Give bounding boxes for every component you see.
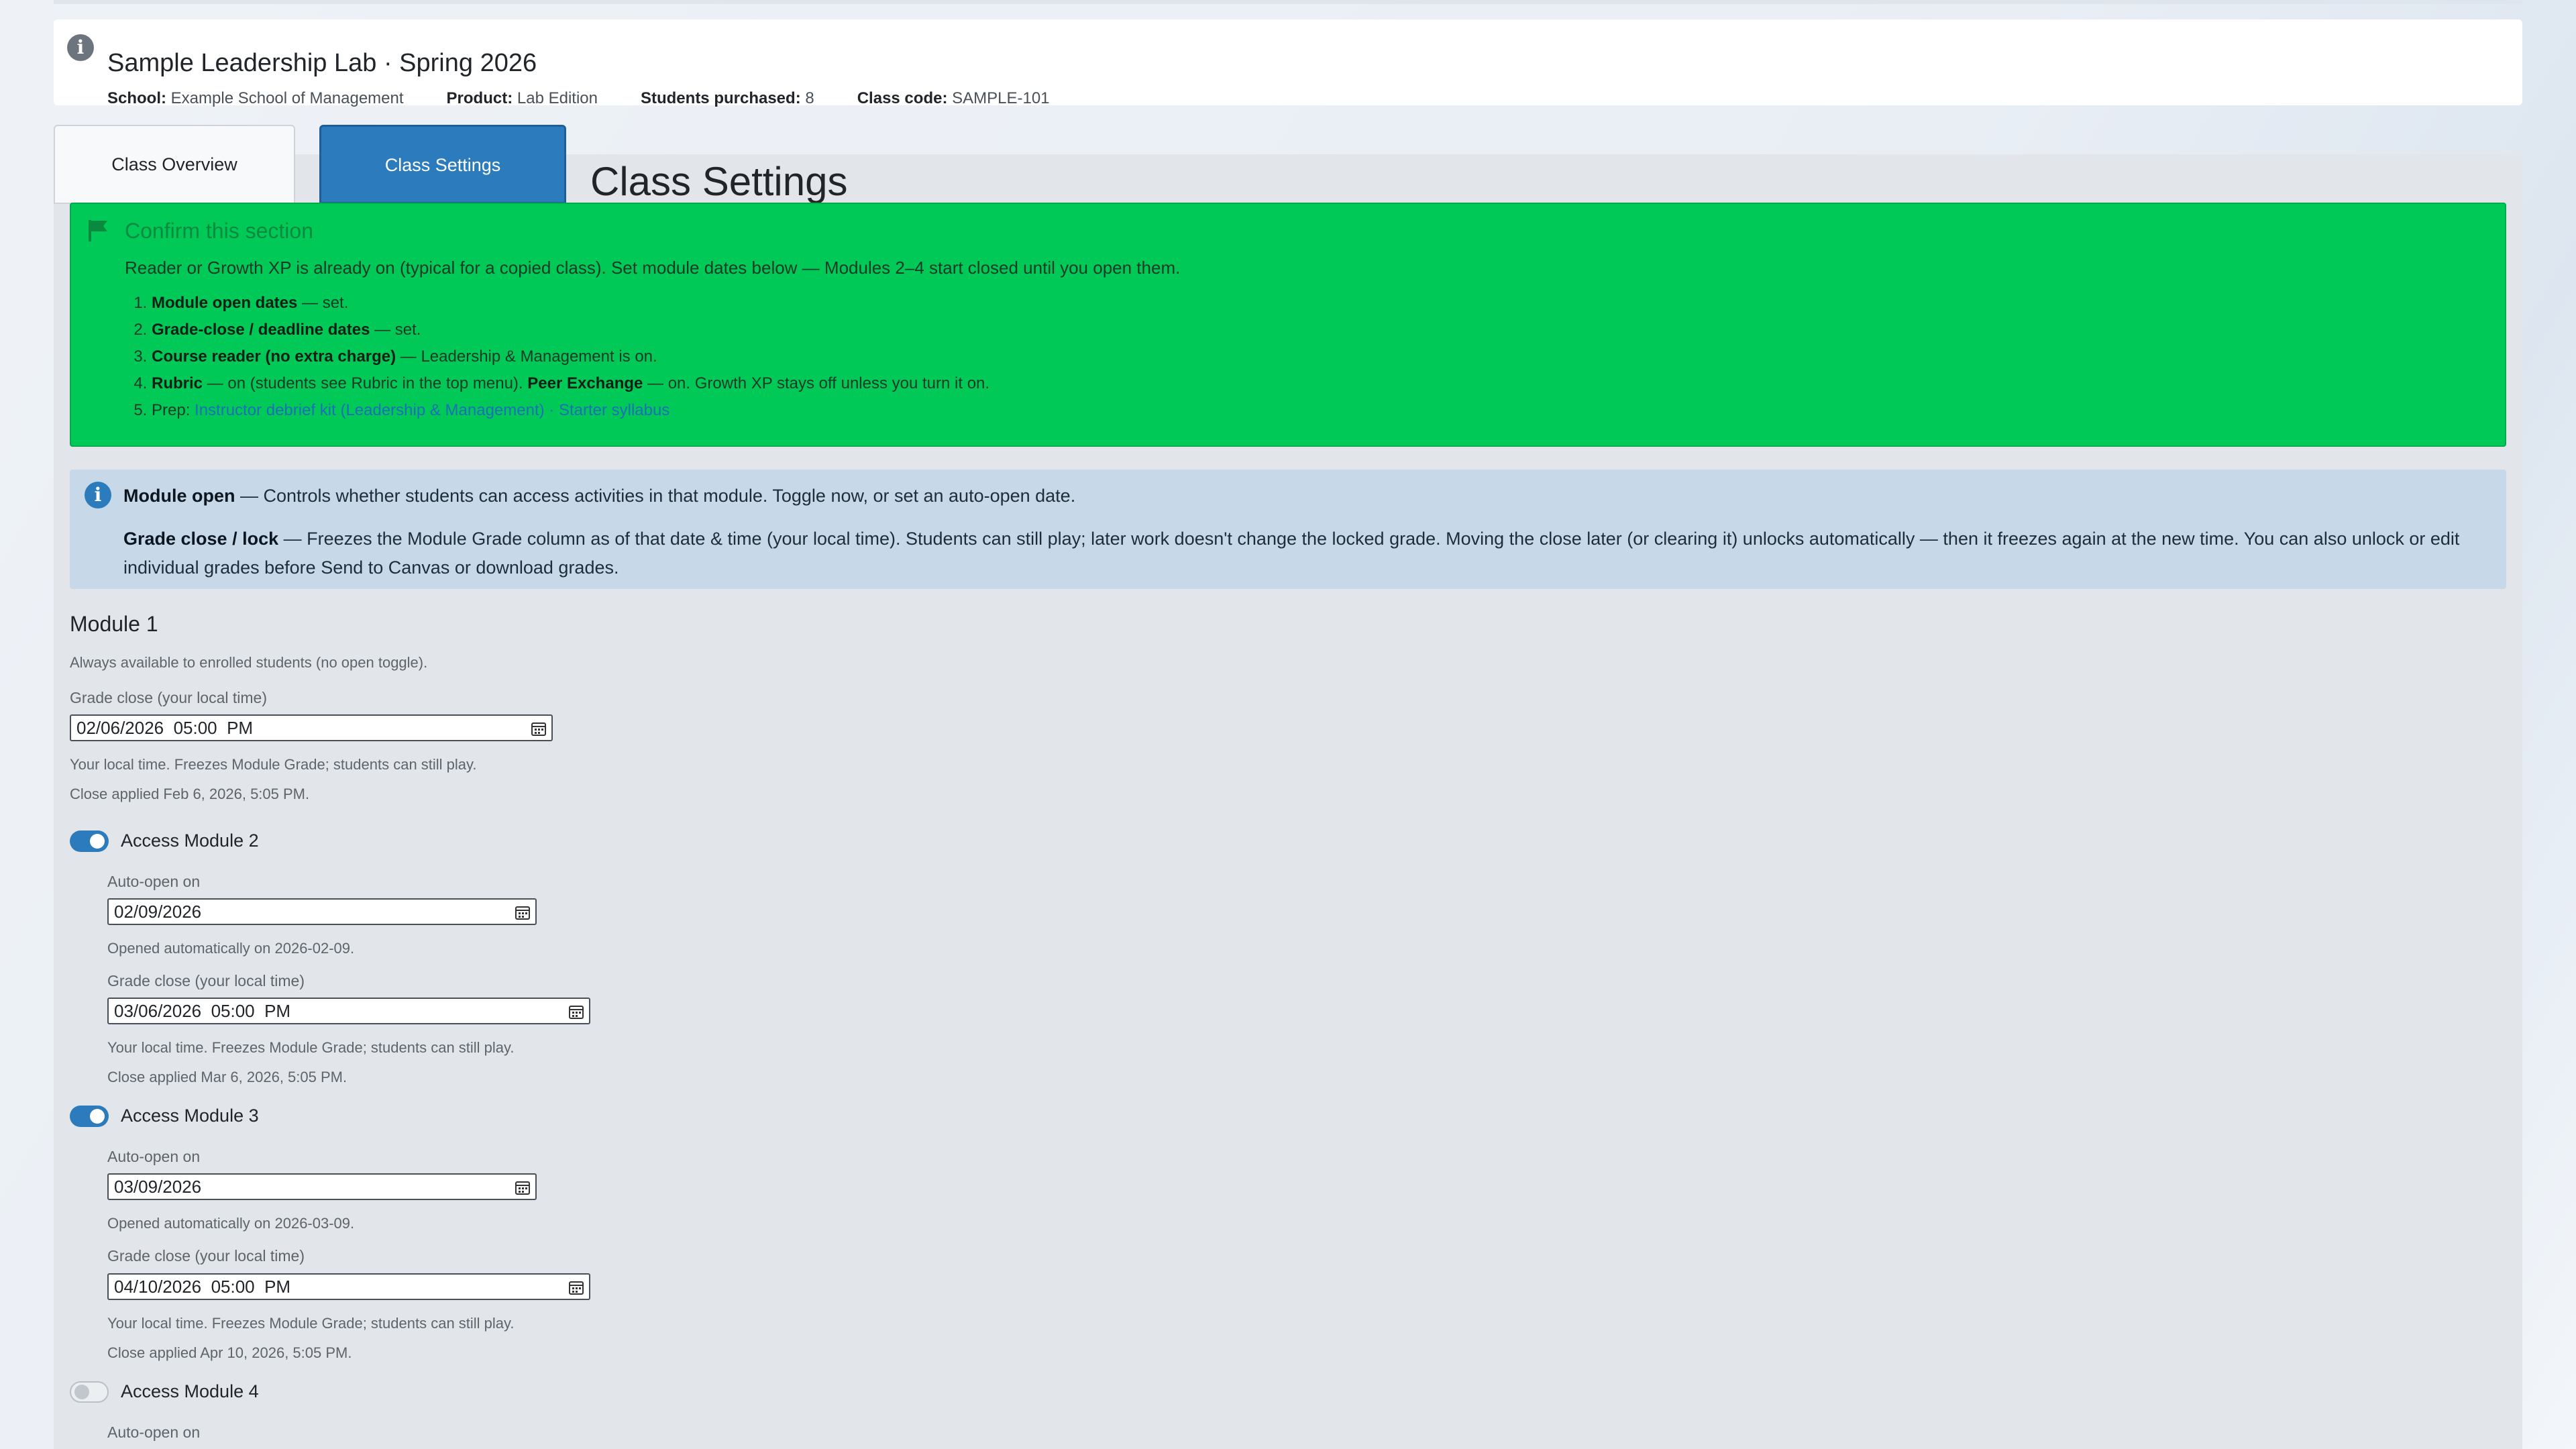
- module-2-close-label: Grade close (your local time): [107, 972, 305, 989]
- module-3-close-input[interactable]: 04/10/2026 05:00 PM: [107, 1273, 590, 1300]
- module-1-close-input[interactable]: 02/06/2026 05:00 PM: [70, 714, 553, 741]
- toggle-knob: [90, 1109, 105, 1124]
- calendar-icon[interactable]: [531, 721, 546, 736]
- module-4-access-toggle[interactable]: [70, 1381, 109, 1403]
- module-3-help: Your local time. Freezes Module Grade; s…: [107, 1315, 515, 1332]
- top-strip: [54, 0, 2522, 4]
- calendar-icon[interactable]: [515, 905, 530, 920]
- starter-syllabus-link[interactable]: Starter syllabus: [559, 401, 669, 419]
- module-1-note: Always available to enrolled students (n…: [70, 654, 428, 671]
- calendar-icon[interactable]: [515, 1180, 530, 1195]
- tab-class-overview[interactable]: Class Overview: [54, 125, 295, 204]
- checklist-item: Course reader (no extra charge) — Leader…: [152, 343, 989, 370]
- module-3-access-toggle[interactable]: [70, 1106, 109, 1127]
- module-3-opened: Opened automatically on 2026-03-09.: [107, 1215, 355, 1232]
- module-3-auto-open-input[interactable]: 03/09/2026: [107, 1173, 537, 1200]
- class-meta: School: Example School of Management Pro…: [107, 89, 1093, 108]
- calendar-icon[interactable]: [569, 1280, 584, 1295]
- module-1-help: Your local time. Freezes Module Grade; s…: [70, 756, 477, 773]
- checklist-item-prep: Prep: Instructor debrief kit (Leadership…: [152, 397, 989, 424]
- module-2-access-toggle[interactable]: [70, 830, 109, 852]
- info-module-open: Module open — Controls whether students …: [123, 486, 1076, 506]
- module-3-auto-label: Auto-open on: [107, 1148, 201, 1165]
- tab-class-settings[interactable]: Class Settings: [319, 125, 566, 204]
- meta-product: Product: Lab Edition: [446, 89, 598, 107]
- info-grade-close: Grade close / lock — Freezes the Module …: [123, 529, 2460, 578]
- meta-class-code: Class code: SAMPLE-101: [857, 89, 1050, 107]
- confirm-lead: Reader or Growth XP is already on (typic…: [125, 258, 1181, 278]
- module-3-toggle-label: Access Module 3: [121, 1106, 259, 1126]
- class-title: Sample Leadership Lab · Spring 2026: [107, 49, 537, 77]
- checklist-item: Module open dates — set.: [152, 290, 989, 317]
- toggle-knob: [90, 834, 105, 849]
- module-2-close-input[interactable]: 03/06/2026 05:00 PM: [107, 998, 590, 1024]
- confirm-checklist: Module open dates — set. Grade-close / d…: [125, 290, 989, 424]
- meta-school: School: Example School of Management: [107, 89, 404, 107]
- module-2-auto-open-input[interactable]: 02/09/2026: [107, 898, 537, 925]
- calendar-icon[interactable]: [569, 1004, 584, 1019]
- module-3-close-label: Grade close (your local time): [107, 1247, 305, 1265]
- checklist-item: Rubric — on (students see Rubric in the …: [152, 370, 989, 397]
- class-header-card: i Sample Leadership Lab · Spring 2026 Sc…: [54, 19, 2522, 108]
- meta-students: Students purchased: 8: [640, 89, 814, 107]
- module-1-heading: Module 1: [70, 612, 158, 636]
- module-4-auto-label: Auto-open on: [107, 1424, 201, 1441]
- toggle-knob: [74, 1385, 89, 1399]
- debrief-kit-link[interactable]: Instructor debrief kit (Leadership & Man…: [195, 401, 545, 419]
- checklist-item: Grade-close / deadline dates — set.: [152, 317, 989, 343]
- confirm-title: Confirm this section: [125, 219, 313, 243]
- confirm-section-alert: Confirm this section Reader or Growth XP…: [70, 203, 2506, 447]
- module-2-help: Your local time. Freezes Module Grade; s…: [107, 1039, 515, 1056]
- module-2-applied: Close applied Mar 6, 2026, 5:05 PM.: [107, 1069, 347, 1085]
- flag-icon: [89, 220, 107, 241]
- module-info-alert: i Module open — Controls whether student…: [70, 470, 2506, 589]
- module-4-toggle-label: Access Module 4: [121, 1381, 259, 1401]
- section-heading: Class Settings: [590, 159, 848, 204]
- module-1-close-label: Grade close (your local time): [70, 689, 267, 706]
- module-3-applied: Close applied Apr 10, 2026, 5:05 PM.: [107, 1344, 352, 1361]
- module-1-applied: Close applied Feb 6, 2026, 5:05 PM.: [70, 786, 310, 802]
- module-2-auto-label: Auto-open on: [107, 873, 201, 890]
- module-2-toggle-label: Access Module 2: [121, 830, 259, 851]
- info-icon: i: [67, 34, 94, 61]
- module-2-opened: Opened automatically on 2026-02-09.: [107, 940, 355, 957]
- info-icon: i: [85, 482, 111, 508]
